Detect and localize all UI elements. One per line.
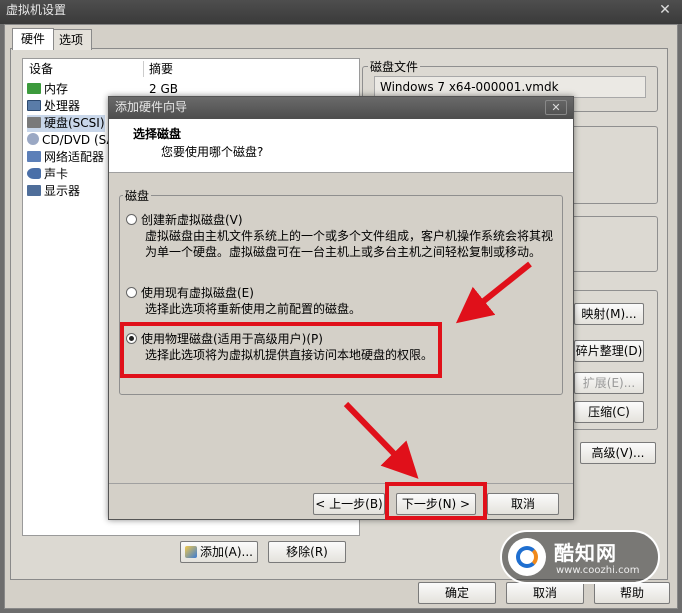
watermark-brand: 酷知网: [554, 541, 617, 565]
logo-ring: [516, 546, 538, 568]
watermark-url: www.coozhi.com: [556, 565, 640, 576]
arrow-to-next-button-icon: [343, 401, 419, 479]
watermark-logo-icon: [508, 538, 546, 576]
arrow-to-physical-disk-icon: [455, 261, 532, 324]
annotation-arrows: [343, 261, 532, 479]
watermark: 酷知网 www.coozhi.com: [500, 530, 660, 584]
